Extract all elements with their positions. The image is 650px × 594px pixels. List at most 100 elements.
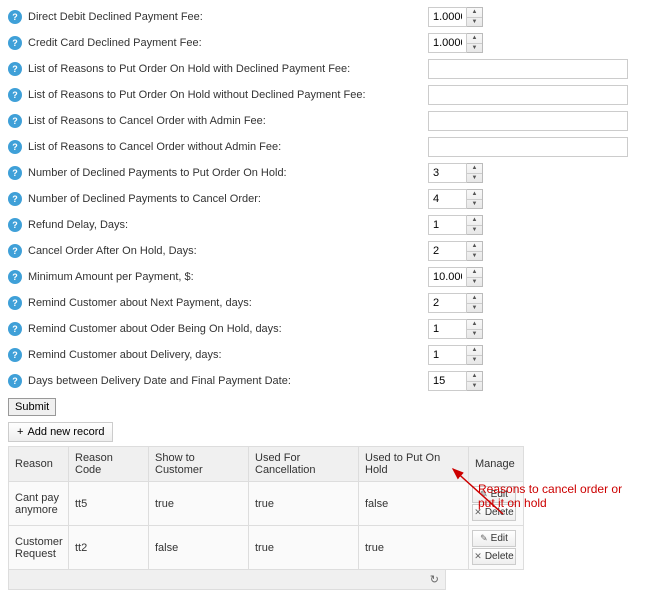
spinner-up-icon[interactable]: ▲ [467,164,482,174]
spinner-up-icon[interactable]: ▲ [467,216,482,226]
label-cancel-after-hold: Cancel Order After On Hold, Days: [28,245,428,257]
spinner-up-icon[interactable]: ▲ [467,190,482,200]
spinner-up-icon[interactable]: ▲ [467,294,482,304]
help-icon[interactable]: ? [8,88,22,102]
spinner-up-icon[interactable]: ▲ [467,346,482,356]
input-min-amount[interactable] [428,267,467,287]
help-icon[interactable]: ? [8,140,22,154]
plus-icon: + [17,426,23,438]
table-header-row: Reason Reason Code Show to Customer Used… [9,447,524,482]
spinner-up-icon[interactable]: ▲ [467,8,482,18]
spinner[interactable]: ▲▼ [467,215,483,235]
help-icon[interactable]: ? [8,322,22,336]
spinner-down-icon[interactable]: ▼ [467,382,482,391]
spinner[interactable]: ▲▼ [467,293,483,313]
spinner-down-icon[interactable]: ▼ [467,18,482,27]
delete-button[interactable]: ✕Delete [472,548,516,565]
help-icon[interactable]: ? [8,374,22,388]
submit-button[interactable]: Submit [8,398,56,416]
header-hold[interactable]: Used to Put On Hold [359,447,469,482]
spinner-down-icon[interactable]: ▼ [467,252,482,261]
help-icon[interactable]: ? [8,348,22,362]
spinner-down-icon[interactable]: ▼ [467,278,482,287]
spinner[interactable]: ▲▼ [467,163,483,183]
cell-reason: Customer Request [9,526,69,570]
spinner-down-icon[interactable]: ▼ [467,356,482,365]
help-icon[interactable]: ? [8,10,22,24]
label-remind-next-payment: Remind Customer about Next Payment, days… [28,297,428,309]
cell-show: true [149,482,249,526]
help-icon[interactable]: ? [8,62,22,76]
input-credit-card-fee[interactable] [428,33,467,53]
header-show[interactable]: Show to Customer [149,447,249,482]
spinner-down-icon[interactable]: ▼ [467,304,482,313]
cell-code: tt2 [69,526,149,570]
help-icon[interactable]: ? [8,36,22,50]
help-icon[interactable]: ? [8,296,22,310]
header-cancel[interactable]: Used For Cancellation [249,447,359,482]
table-row: Customer Request tt2 false true true ✎Ed… [9,526,524,570]
spinner-down-icon[interactable]: ▼ [467,44,482,53]
input-reasons-cancel-with-fee[interactable] [428,111,628,131]
spinner[interactable]: ▲▼ [467,7,483,27]
input-num-declined-hold[interactable] [428,163,467,183]
spinner-up-icon[interactable]: ▲ [467,34,482,44]
spinner[interactable]: ▲▼ [467,241,483,261]
cell-hold: true [359,526,469,570]
input-remind-next-payment[interactable] [428,293,467,313]
label-credit-card-fee: Credit Card Declined Payment Fee: [28,37,428,49]
table-row: Cant pay anymore tt5 true true false ✎Ed… [9,482,524,526]
edit-button[interactable]: ✎Edit [472,530,516,547]
input-cancel-after-hold[interactable] [428,241,467,261]
help-icon[interactable]: ? [8,244,22,258]
help-icon[interactable]: ? [8,114,22,128]
cell-reason: Cant pay anymore [9,482,69,526]
spinner-up-icon[interactable]: ▲ [467,320,482,330]
add-record-button[interactable]: + Add new record [8,422,113,442]
label-reasons-hold-with-fee: List of Reasons to Put Order On Hold wit… [28,63,428,75]
label-num-declined-hold: Number of Declined Payments to Put Order… [28,167,428,179]
spinner[interactable]: ▲▼ [467,189,483,209]
spinner-up-icon[interactable]: ▲ [467,372,482,382]
header-code[interactable]: Reason Code [69,447,149,482]
spinner[interactable]: ▲▼ [467,371,483,391]
spinner-down-icon[interactable]: ▼ [467,174,482,183]
label-num-declined-cancel: Number of Declined Payments to Cancel Or… [28,193,428,205]
label-reasons-hold-without-fee: List of Reasons to Put Order On Hold wit… [28,89,428,101]
spinner[interactable]: ▲▼ [467,267,483,287]
add-record-label: Add new record [27,426,104,438]
reasons-table: Reason Reason Code Show to Customer Used… [8,446,524,570]
spinner-down-icon[interactable]: ▼ [467,226,482,235]
label-days-delivery-final: Days between Delivery Date and Final Pay… [28,375,428,387]
input-remind-on-hold[interactable] [428,319,467,339]
input-refund-delay[interactable] [428,215,467,235]
cell-show: false [149,526,249,570]
help-icon[interactable]: ? [8,218,22,232]
spinner[interactable]: ▲▼ [467,345,483,365]
spinner-up-icon[interactable]: ▲ [467,242,482,252]
help-icon[interactable]: ? [8,192,22,206]
spinner-down-icon[interactable]: ▼ [467,330,482,339]
help-icon[interactable]: ? [8,166,22,180]
label-remind-on-hold: Remind Customer about Oder Being On Hold… [28,323,428,335]
label-reasons-cancel-with-fee: List of Reasons to Cancel Order with Adm… [28,115,428,127]
refresh-icon[interactable]: ↻ [430,574,439,586]
input-remind-delivery[interactable] [428,345,467,365]
label-min-amount: Minimum Amount per Payment, $: [28,271,428,283]
spinner[interactable]: ▲▼ [467,33,483,53]
input-reasons-hold-without-fee[interactable] [428,85,628,105]
cell-manage: ✎Edit ✕Delete [469,526,524,570]
input-direct-debit-fee[interactable] [428,7,467,27]
help-icon[interactable]: ? [8,270,22,284]
input-num-declined-cancel[interactable] [428,189,467,209]
input-days-delivery-final[interactable] [428,371,467,391]
spinner-down-icon[interactable]: ▼ [467,200,482,209]
input-reasons-cancel-without-fee[interactable] [428,137,628,157]
header-reason[interactable]: Reason [9,447,69,482]
cell-code: tt5 [69,482,149,526]
cell-cancel: true [249,482,359,526]
spinner-up-icon[interactable]: ▲ [467,268,482,278]
cell-hold: false [359,482,469,526]
spinner[interactable]: ▲▼ [467,319,483,339]
input-reasons-hold-with-fee[interactable] [428,59,628,79]
